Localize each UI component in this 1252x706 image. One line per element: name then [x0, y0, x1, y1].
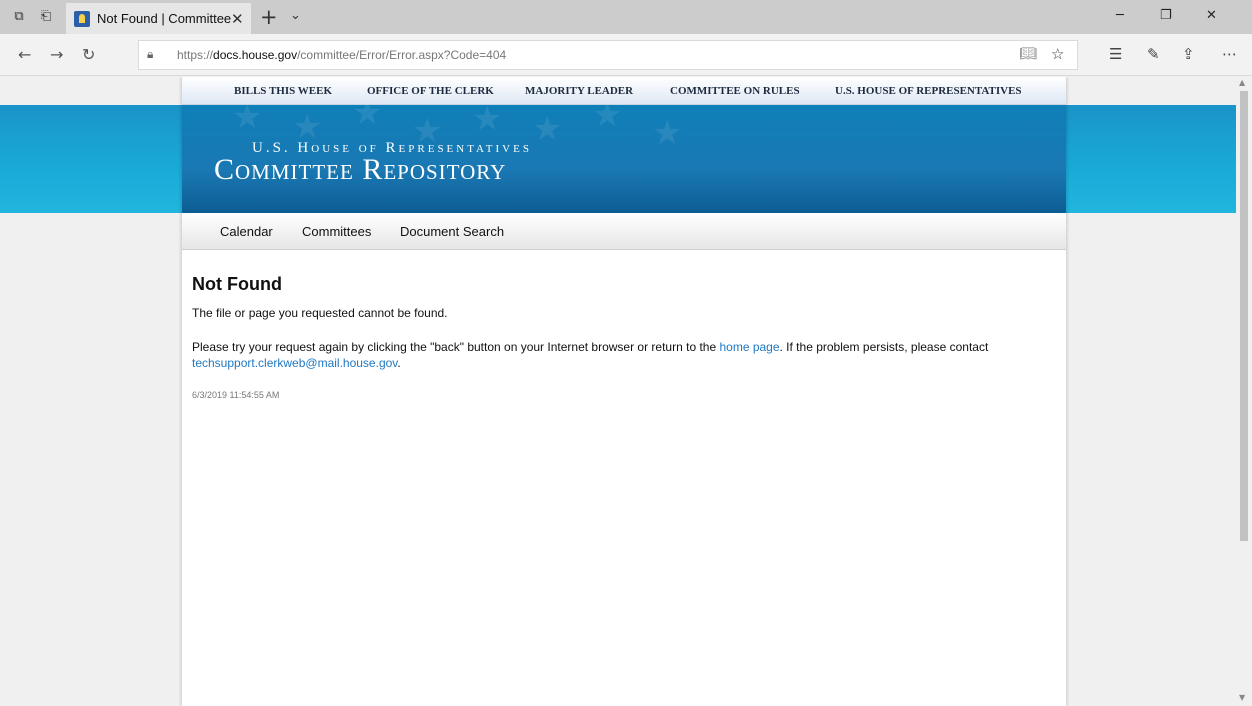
nav-committee-on-rules[interactable]: COMMITTEE ON RULES	[670, 85, 800, 97]
tab-title: Not Found | Committee	[97, 11, 232, 26]
nav-us-house[interactable]: U.S. HOUSE OF REPRESENTATIVES	[835, 85, 1022, 97]
address-bar[interactable]: 🔒︎ https://docs.house.gov/committee/Erro…	[138, 40, 1078, 70]
forward-arrow-icon[interactable]: →	[50, 45, 63, 64]
maximize-icon[interactable]: ❐	[1160, 8, 1172, 23]
lock-icon: 🔒︎	[147, 47, 154, 61]
browser-tab-bar: ⧉ ⎗ Not Found | Committee ✕ + ⌄ ─ ❐ ✕	[0, 0, 1252, 34]
browser-nav-bar: ← → ↻ 🔒︎ https://docs.house.gov/committe…	[0, 34, 1252, 76]
house-favicon-icon	[74, 11, 90, 27]
nav-committees[interactable]: Committees	[302, 224, 371, 239]
help-text: Please try your request again by clickin…	[192, 339, 1062, 371]
reading-view-icon[interactable]: 📖︎	[1019, 46, 1037, 62]
url-path: /committee/Error/Error.aspx?Code=404	[297, 48, 507, 62]
timestamp: 6/3/2019 11:54:55 AM	[192, 390, 280, 400]
back-arrow-icon[interactable]: ←	[18, 45, 31, 64]
error-content: Not Found The file or page you requested…	[192, 274, 1062, 403]
scroll-down-icon[interactable]: ▼	[1239, 693, 1245, 702]
nav-calendar[interactable]: Calendar	[220, 224, 273, 239]
star-decoration-icon: ★	[232, 105, 263, 137]
page-container: BILLS THIS WEEK OFFICE OF THE CLERK MAJO…	[182, 77, 1066, 706]
support-email-link[interactable]: techsupport.clerkweb@mail.house.gov	[192, 356, 397, 370]
new-tab-icon[interactable]: +	[260, 5, 278, 29]
top-navigation: BILLS THIS WEEK OFFICE OF THE CLERK MAJO…	[182, 77, 1066, 105]
nav-office-of-the-clerk[interactable]: OFFICE OF THE CLERK	[367, 85, 494, 97]
help-text-prefix: Please try your request again by clickin…	[192, 340, 720, 354]
nav-majority-leader[interactable]: MAJORITY LEADER	[525, 85, 633, 97]
star-icon[interactable]: ☆	[1051, 45, 1064, 63]
help-text-middle: . If the problem persists, please contac…	[779, 340, 989, 354]
tabs-aside-icon[interactable]: ⧉	[11, 9, 27, 25]
tab-close-icon[interactable]: ✕	[231, 10, 244, 28]
tab-preview-chevron-icon[interactable]: ⌄	[290, 8, 301, 23]
url-text[interactable]: https://docs.house.gov/committee/Error/E…	[177, 48, 506, 62]
active-tab[interactable]: Not Found | Committee ✕	[66, 3, 251, 34]
scrollbar-thumb[interactable]	[1240, 91, 1248, 541]
pen-icon[interactable]: ✎	[1147, 45, 1160, 63]
favorites-list-icon[interactable]: ☰	[1109, 45, 1122, 63]
share-icon[interactable]: ⇪	[1182, 45, 1195, 63]
page-viewport: BILLS THIS WEEK OFFICE OF THE CLERK MAJO…	[0, 77, 1236, 706]
restore-tabs-icon[interactable]: ⎗	[38, 9, 54, 25]
nav-document-search[interactable]: Document Search	[400, 224, 504, 239]
refresh-icon[interactable]: ↻	[82, 45, 95, 64]
site-banner: ★ ★ ★ ★ ★ ★ ★ ★ U.S. House of Representa…	[182, 105, 1066, 213]
star-decoration-icon: ★	[472, 105, 503, 139]
star-decoration-icon: ★	[652, 113, 683, 153]
help-text-suffix: .	[397, 356, 401, 370]
star-decoration-icon: ★	[532, 109, 563, 149]
minimize-icon[interactable]: ─	[1116, 8, 1124, 23]
page-title: Not Found	[192, 274, 282, 294]
url-domain: docs.house.gov	[213, 48, 298, 62]
more-icon[interactable]: ⋯	[1222, 45, 1237, 63]
scroll-up-icon[interactable]: ▲	[1239, 78, 1245, 87]
close-window-icon[interactable]: ✕	[1206, 8, 1217, 23]
vertical-scrollbar[interactable]: ▲ ▼	[1236, 77, 1252, 706]
sub-navigation: Calendar Committees Document Search	[182, 213, 1066, 250]
url-scheme: https://	[177, 48, 214, 62]
star-decoration-icon: ★	[352, 105, 383, 133]
banner-title[interactable]: Committee Repository	[214, 153, 506, 187]
error-message: The file or page you requested cannot be…	[192, 306, 448, 320]
nav-bills-this-week[interactable]: BILLS THIS WEEK	[234, 85, 332, 97]
star-decoration-icon: ★	[592, 105, 623, 135]
home-page-link[interactable]: home page	[719, 340, 779, 354]
